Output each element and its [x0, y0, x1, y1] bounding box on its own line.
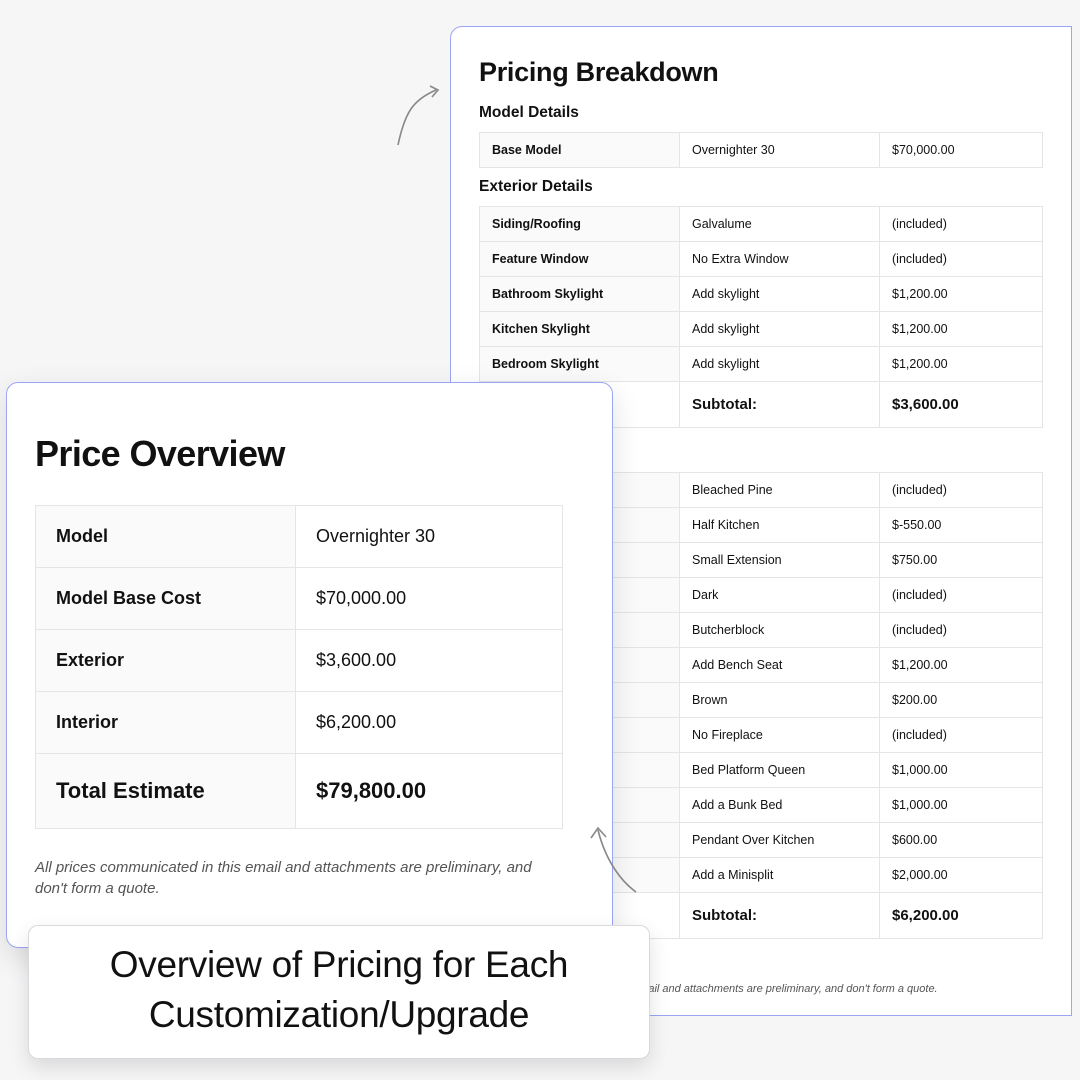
overview-value-model: Overnighter 30 — [296, 506, 563, 568]
row-price: $1,200.00 — [880, 312, 1043, 347]
table-row: Feature WindowNo Extra Window(included) — [480, 242, 1043, 277]
row-price: $1,200.00 — [880, 347, 1043, 382]
row-value: Small Extension — [680, 543, 880, 578]
table-row-total: Total Estimate $79,800.00 — [36, 754, 563, 829]
row-value: Add a Minisplit — [680, 858, 880, 893]
overview-disclaimer: All prices communicated in this email an… — [35, 857, 563, 899]
subtotal-label: Subtotal: — [680, 382, 880, 428]
overview-value-interior: $6,200.00 — [296, 692, 563, 754]
overview-label-total: Total Estimate — [36, 754, 296, 829]
row-value: Bleached Pine — [680, 473, 880, 508]
section-title-exterior: Exterior Details — [479, 178, 1043, 196]
table-row: Kitchen SkylightAdd skylight$1,200.00 — [480, 312, 1043, 347]
row-value: Dark — [680, 578, 880, 613]
overview-title: Price Overview — [35, 433, 584, 475]
row-price: (included) — [880, 207, 1043, 242]
row-value: Add skylight — [680, 312, 880, 347]
table-row: Model Base Cost $70,000.00 — [36, 568, 563, 630]
overview-value-total: $79,800.00 — [296, 754, 563, 829]
overview-label-base: Model Base Cost — [36, 568, 296, 630]
overview-value-base: $70,000.00 — [296, 568, 563, 630]
row-label: Feature Window — [480, 242, 680, 277]
row-value: No Fireplace — [680, 718, 880, 753]
row-price: $2,000.00 — [880, 858, 1043, 893]
arrow-icon — [388, 82, 448, 152]
overview-table: Model Overnighter 30 Model Base Cost $70… — [35, 505, 563, 829]
row-value: Add a Bunk Bed — [680, 788, 880, 823]
row-label: Kitchen Skylight — [480, 312, 680, 347]
table-row: Model Overnighter 30 — [36, 506, 563, 568]
row-price: (included) — [880, 578, 1043, 613]
overview-value-exterior: $3,600.00 — [296, 630, 563, 692]
table-row: Base ModelOvernighter 30$70,000.00 — [480, 133, 1043, 168]
row-price: $-550.00 — [880, 508, 1043, 543]
price-overview-panel: Price Overview Model Overnighter 30 Mode… — [6, 382, 613, 948]
row-value: Overnighter 30 — [680, 133, 880, 168]
overview-label-interior: Interior — [36, 692, 296, 754]
row-value: Brown — [680, 683, 880, 718]
section-title-model: Model Details — [479, 104, 1043, 122]
row-label: Siding/Roofing — [480, 207, 680, 242]
row-price: $1,000.00 — [880, 788, 1043, 823]
table-row: Interior $6,200.00 — [36, 692, 563, 754]
row-label: Bathroom Skylight — [480, 277, 680, 312]
row-value: Galvalume — [680, 207, 880, 242]
row-value: No Extra Window — [680, 242, 880, 277]
breakdown-title: Pricing Breakdown — [479, 57, 1043, 88]
overview-label-model: Model — [36, 506, 296, 568]
arrow-icon — [586, 820, 646, 900]
caption-text: Overview of Pricing for Each Customizati… — [55, 940, 623, 1040]
row-value: Bed Platform Queen — [680, 753, 880, 788]
row-price: $600.00 — [880, 823, 1043, 858]
row-value: Add skylight — [680, 347, 880, 382]
subtotal-value: $6,200.00 — [880, 893, 1043, 939]
row-price: (included) — [880, 242, 1043, 277]
row-price: (included) — [880, 718, 1043, 753]
model-table: Base ModelOvernighter 30$70,000.00 — [479, 132, 1043, 168]
row-price: (included) — [880, 613, 1043, 648]
subtotal-label: Subtotal: — [680, 893, 880, 939]
row-value: Add skylight — [680, 277, 880, 312]
row-price: $1,000.00 — [880, 753, 1043, 788]
table-row: Exterior $3,600.00 — [36, 630, 563, 692]
subtotal-value: $3,600.00 — [880, 382, 1043, 428]
row-price: $750.00 — [880, 543, 1043, 578]
overview-label-exterior: Exterior — [36, 630, 296, 692]
row-label: Base Model — [480, 133, 680, 168]
row-price: $1,200.00 — [880, 277, 1043, 312]
row-price: $70,000.00 — [880, 133, 1043, 168]
table-row: Bathroom SkylightAdd skylight$1,200.00 — [480, 277, 1043, 312]
caption-card: Overview of Pricing for Each Customizati… — [28, 925, 650, 1059]
row-price: $200.00 — [880, 683, 1043, 718]
row-price: (included) — [880, 473, 1043, 508]
row-price: $1,200.00 — [880, 648, 1043, 683]
table-row: Siding/RoofingGalvalume(included) — [480, 207, 1043, 242]
canvas: Pricing Breakdown Model Details Base Mod… — [8, 8, 1072, 1072]
row-value: Half Kitchen — [680, 508, 880, 543]
row-value: Pendant Over Kitchen — [680, 823, 880, 858]
row-value: Add Bench Seat — [680, 648, 880, 683]
row-value: Butcherblock — [680, 613, 880, 648]
row-label: Bedroom Skylight — [480, 347, 680, 382]
table-row: Bedroom SkylightAdd skylight$1,200.00 — [480, 347, 1043, 382]
